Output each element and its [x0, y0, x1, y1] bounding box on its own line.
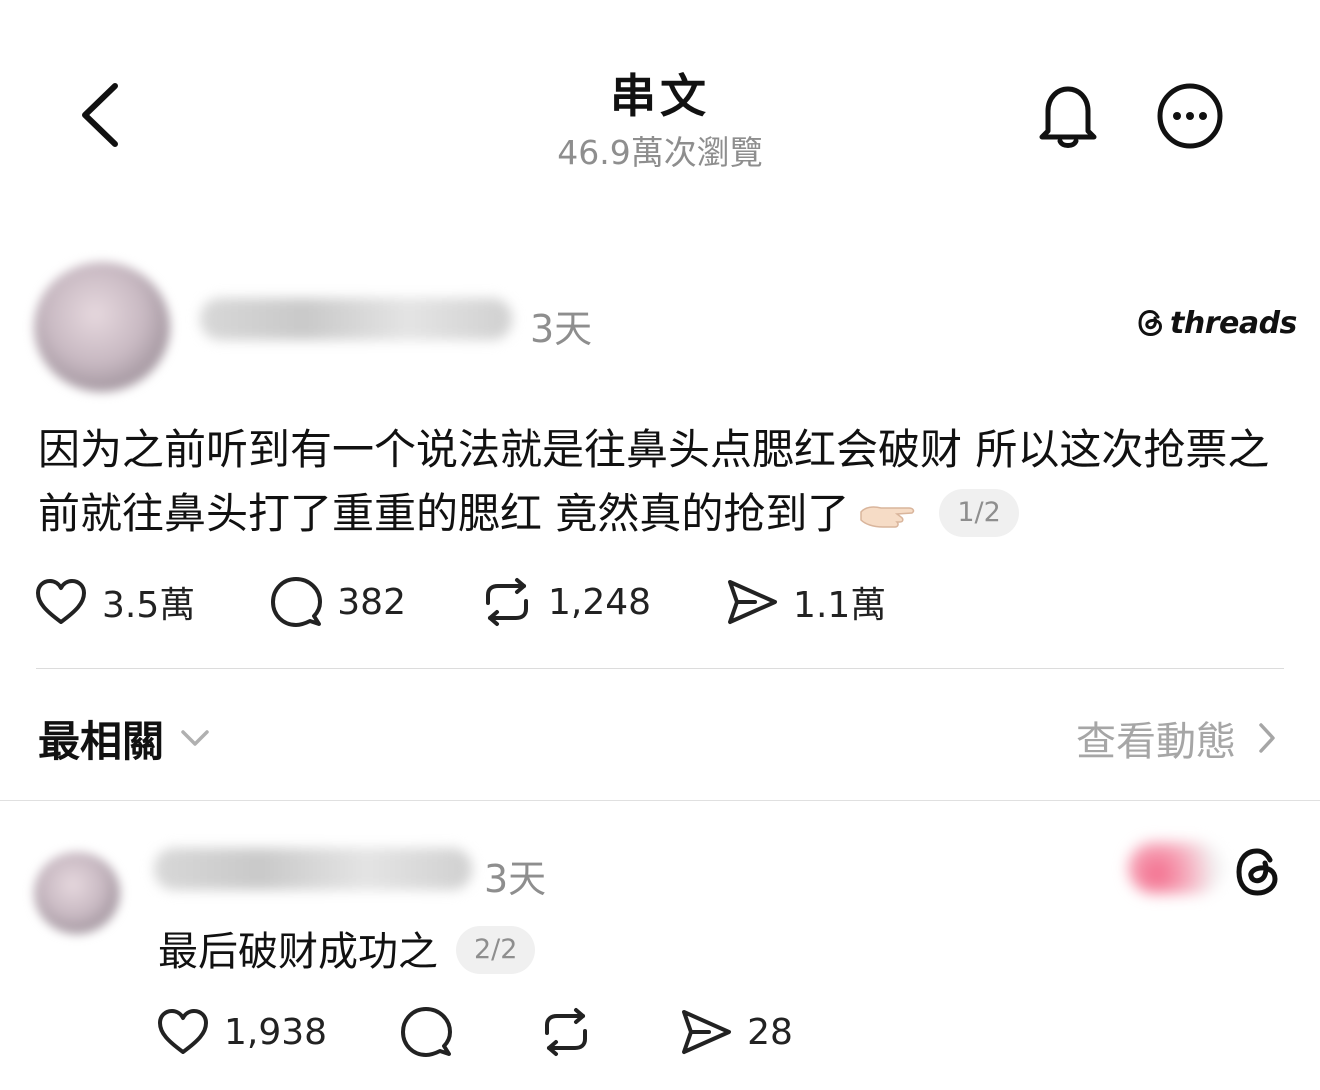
like-button[interactable]: 3.5萬 — [34, 576, 195, 628]
like-count: 3.5萬 — [102, 585, 196, 626]
page-title: 串文 — [610, 69, 710, 123]
share-button[interactable]: 1.1萬 — [725, 576, 886, 628]
repost-button[interactable] — [539, 1007, 607, 1057]
comment-button[interactable] — [399, 1005, 467, 1059]
avatar[interactable] — [34, 262, 170, 392]
threads-wordmark: threads — [1170, 305, 1297, 341]
view-activity-label: 查看動態 — [1076, 719, 1236, 765]
comment-bubble-icon — [271, 577, 323, 627]
like-button[interactable]: 1,938 — [156, 1007, 327, 1057]
page-indicator: 2/2 — [456, 926, 536, 974]
page-indicator: 1/2 — [939, 488, 1019, 537]
comment-button[interactable]: 382 — [269, 575, 406, 629]
post-timestamp: 3天 — [530, 307, 593, 351]
threads-logo-icon — [1138, 309, 1163, 337]
repost-count: 1,248 — [547, 581, 652, 623]
threads-watermark: threads — [1136, 303, 1297, 343]
repost-icon — [545, 1008, 588, 1056]
more-options-button[interactable] — [1148, 74, 1232, 158]
sort-dropdown[interactable]: 最相關 — [38, 708, 210, 768]
divider — [36, 668, 1284, 669]
repost-button[interactable]: 1,248 — [480, 577, 651, 627]
post-action-bar: 3.5萬 382 1,248 1.1萬 — [34, 572, 960, 632]
avatar[interactable] — [34, 852, 120, 934]
share-button[interactable]: 28 — [679, 1007, 793, 1057]
sort-label: 最相關 — [38, 716, 165, 766]
username-blurred[interactable] — [154, 848, 472, 890]
view-count: 46.9萬次瀏覽 — [557, 133, 763, 172]
share-count: 28 — [747, 1011, 793, 1053]
more-circle-icon — [1157, 83, 1223, 149]
reply-action-bar: 1,938 28 — [156, 1002, 865, 1062]
send-icon — [728, 580, 778, 624]
send-icon — [682, 1010, 732, 1054]
heart-icon — [158, 1009, 208, 1054]
comment-count: 382 — [337, 581, 406, 623]
username-blurred[interactable] — [200, 298, 512, 340]
comment-bubble-icon — [401, 1007, 453, 1057]
reply-timestamp: 3天 — [484, 857, 547, 901]
view-activity-link[interactable]: 查看動態 — [1076, 708, 1276, 768]
threads-icon — [1232, 846, 1284, 898]
divider — [0, 800, 1320, 801]
repost-icon — [485, 578, 528, 626]
post-body: 因为之前听到有一个说法就是往鼻头点腮红会破财 所以这次抢票之前就往鼻头打了重重的… — [38, 425, 1270, 538]
reply-body: 最后破财成功之 — [158, 929, 438, 975]
chevron-down-icon — [181, 730, 209, 746]
share-count: 1.1萬 — [793, 585, 887, 626]
pointing-hand-icon — [860, 505, 915, 528]
chevron-right-icon — [1259, 723, 1275, 753]
post-text: 因为之前听到有一个说法就是往鼻头点腮红会破财 所以这次抢票之前就往鼻头打了重重的… — [38, 418, 1288, 546]
like-count: 1,938 — [224, 1011, 328, 1053]
liker-avatar — [1128, 842, 1224, 894]
heart-icon — [36, 579, 86, 624]
notification-button[interactable] — [1026, 74, 1110, 158]
bell-icon — [1039, 86, 1097, 148]
reply-text: 最后破财成功之 2/2 — [158, 922, 536, 982]
